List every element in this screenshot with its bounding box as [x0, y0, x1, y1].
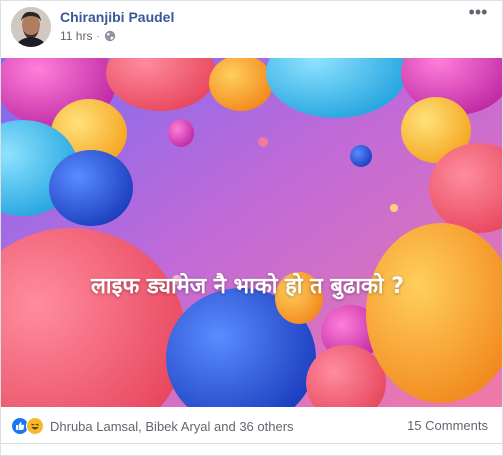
haha-icon [26, 417, 44, 435]
post-card: Chiranjibi Paudel 11 hrs · ••• लाइफ ड्या… [0, 0, 503, 456]
post-header: Chiranjibi Paudel 11 hrs · ••• [1, 1, 502, 57]
globe-icon[interactable] [104, 30, 116, 42]
more-options-button[interactable]: ••• [466, 3, 490, 23]
post-time[interactable]: 11 hrs [60, 29, 92, 43]
post-meta: 11 hrs · [60, 29, 116, 43]
post-image[interactable]: लाइफ ड्यामेज नै भाको हो त बुढाको ? [1, 58, 502, 407]
reactions-summary[interactable]: Dhruba Lamsal, Bibek Aryal and 36 others [11, 417, 294, 435]
post-footer: Dhruba Lamsal, Bibek Aryal and 36 others… [1, 407, 502, 444]
avatar-image [11, 7, 51, 47]
comments-count-link[interactable]: 15 Comments [407, 418, 488, 433]
meta-separator: · [96, 30, 100, 42]
reactors-text[interactable]: Dhruba Lamsal, Bibek Aryal and 36 others [50, 419, 294, 434]
image-caption: लाइफ ड्यामेज नै भाको हो त बुढाको ? [91, 274, 404, 299]
avatar[interactable] [11, 7, 51, 47]
author-name[interactable]: Chiranjibi Paudel [60, 9, 174, 25]
balloons-image [1, 58, 502, 407]
